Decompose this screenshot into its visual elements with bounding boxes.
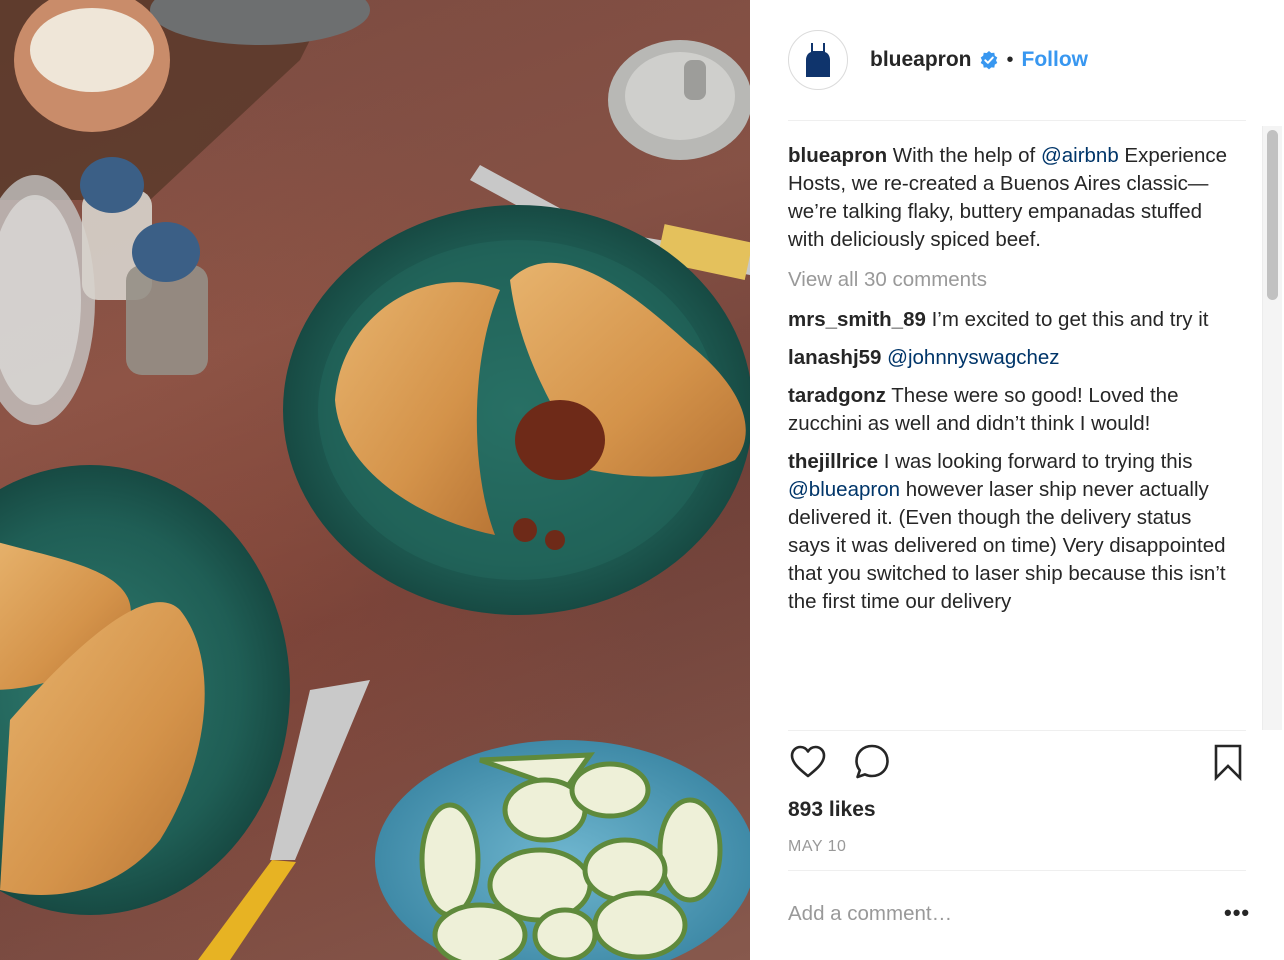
post-header: blueapron • Follow [788,30,1258,90]
comments-list: blueapron With the help of @airbnb Exper… [788,142,1228,728]
comments-scrollbar[interactable] [1262,126,1282,730]
likes-count[interactable]: 893 likes [788,798,876,822]
caption: blueapron With the help of @airbnb Exper… [788,142,1228,254]
header-divider [788,120,1246,121]
comment-username[interactable]: lanashj59 [788,346,881,369]
save-button[interactable] [1208,742,1248,787]
post-date[interactable]: MAY 10 [788,838,846,856]
comment-button[interactable] [852,742,892,787]
like-button[interactable] [788,742,828,787]
comment-item: taradgonz These were so good! Loved the … [788,382,1228,438]
caption-text-before: With the help of [892,144,1041,167]
bookmark-icon [1214,744,1242,782]
add-comment-input[interactable] [788,898,1208,930]
apron-logo-icon [806,43,830,77]
caption-username[interactable]: blueapron [788,144,887,167]
follow-button[interactable]: Follow [1022,48,1089,72]
comment-text: I’m excited to get this and try it [931,308,1209,331]
comment-text-before: I was looking forward to trying this [883,450,1193,473]
comment-mention[interactable]: @johnnyswagchez [887,346,1059,369]
comment-username[interactable]: taradgonz [788,384,886,407]
post-photo[interactable] [0,0,750,960]
post-actions-bar [788,742,1248,786]
caption-mention[interactable]: @airbnb [1041,144,1119,167]
comment-item: mrs_smith_89 I’m excited to get this and… [788,306,1228,334]
comment-mention[interactable]: @blueapron [788,478,900,501]
comments-divider [788,730,1246,731]
comment-username[interactable]: mrs_smith_89 [788,308,926,331]
scrollbar-thumb[interactable] [1267,130,1278,300]
heart-icon [790,745,826,778]
empanadas-photo-illustration [0,0,750,960]
post-author-username[interactable]: blueapron [870,48,972,72]
verified-badge-icon [979,50,999,70]
comment-box-divider [788,870,1246,871]
comment-username[interactable]: thejillrice [788,450,878,473]
avatar[interactable] [788,30,848,90]
header-separator: • [1006,48,1014,71]
comment-bubble-icon [855,744,889,779]
comment-item: thejillrice I was looking forward to try… [788,448,1228,616]
view-all-comments-link[interactable]: View all 30 comments [788,266,1228,294]
more-options-button[interactable]: ••• [1224,900,1250,926]
post-side-panel: blueapron • Follow blueapron With the he… [750,0,1284,960]
comment-item: lanashj59 @johnnyswagchez [788,344,1228,372]
